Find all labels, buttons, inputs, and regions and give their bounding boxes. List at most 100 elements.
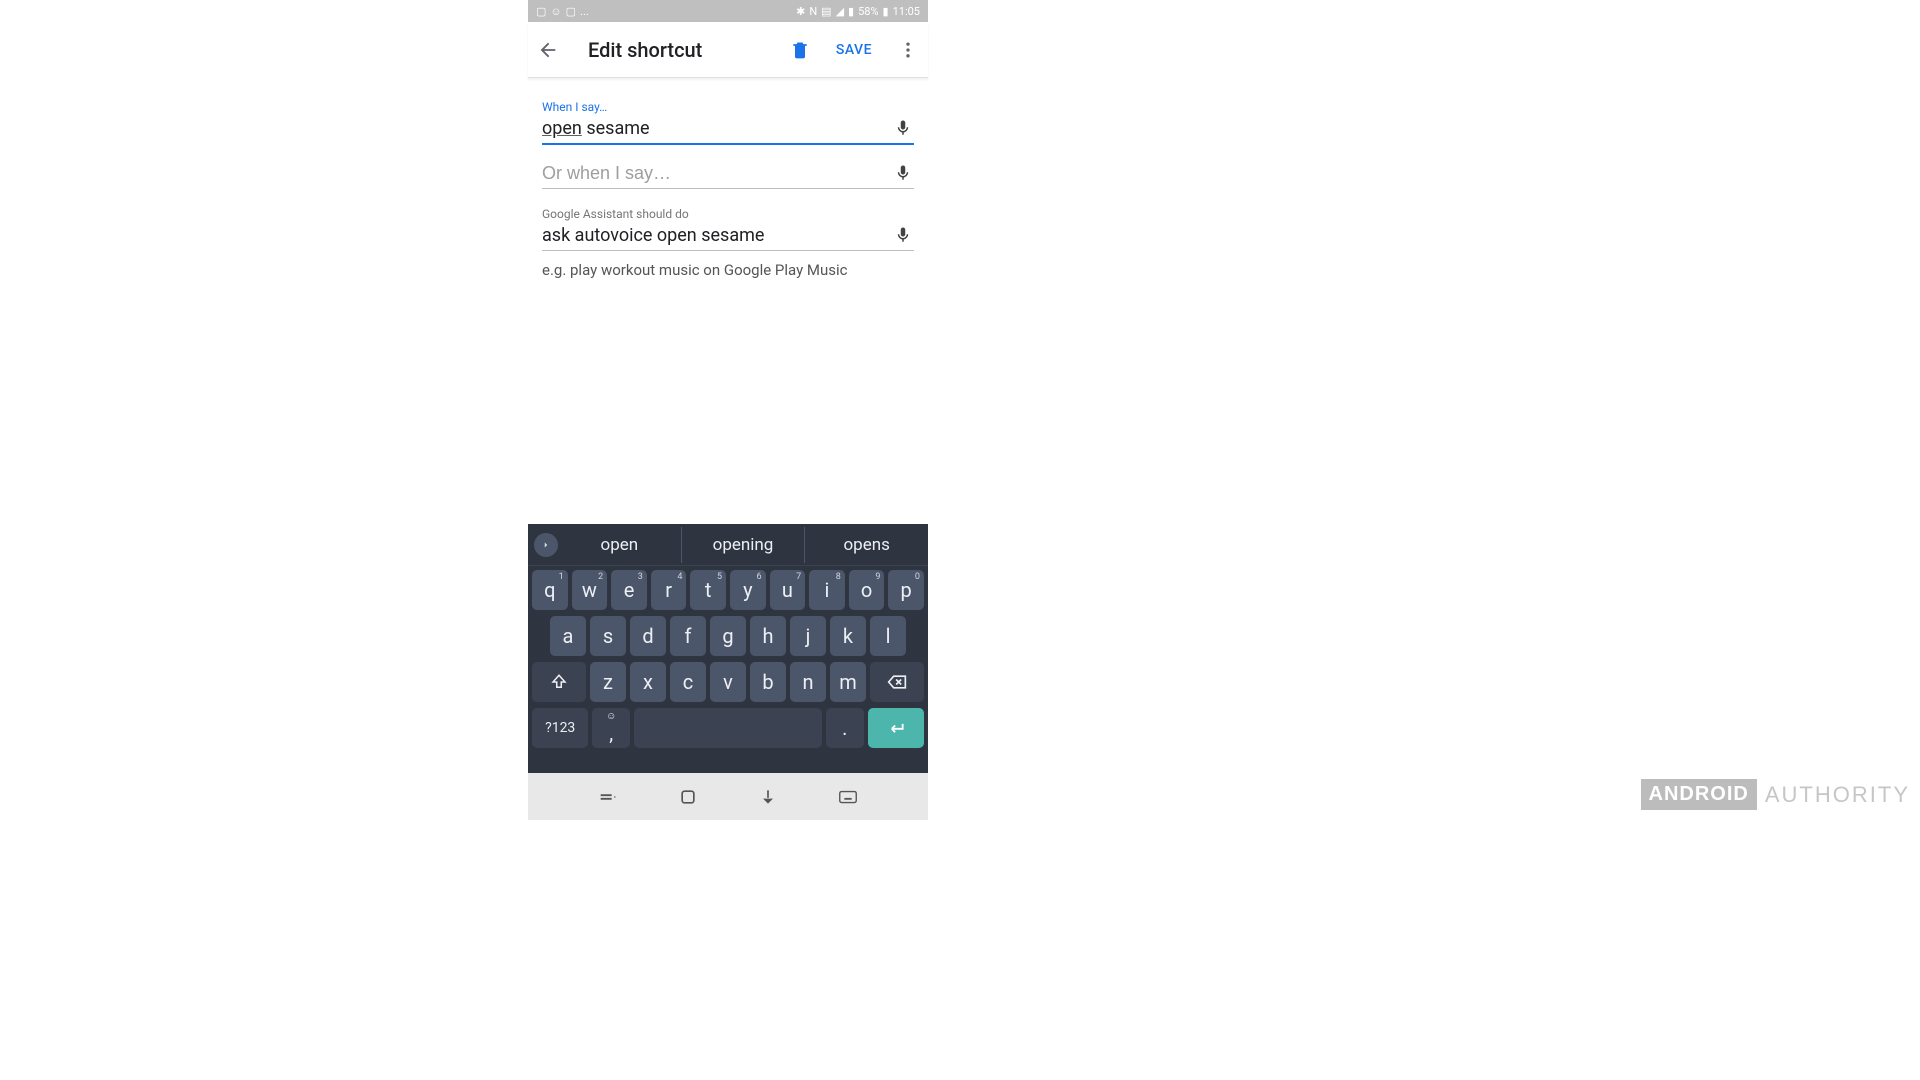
app-bar: Edit shortcut SAVE [528, 22, 928, 78]
alt-trigger-input-row[interactable] [542, 163, 914, 189]
comma-key[interactable]: ☺ , [592, 708, 630, 748]
key-hint: 8 [836, 572, 841, 582]
enter-icon [886, 718, 906, 738]
home-icon [678, 787, 698, 807]
overflow-menu-button[interactable] [896, 38, 920, 62]
period-key[interactable]: . [826, 708, 864, 748]
alt-trigger-mic-button[interactable] [894, 164, 914, 184]
key-h[interactable]: h [750, 616, 786, 656]
key-f[interactable]: f [670, 616, 706, 656]
keyboard-hide-icon [758, 787, 778, 807]
key-b[interactable]: b [750, 662, 786, 702]
delete-button[interactable] [788, 38, 812, 62]
key-hint: 4 [677, 572, 682, 582]
shift-icon [550, 673, 568, 691]
key-hint: 7 [796, 572, 801, 582]
key-s[interactable]: s [590, 616, 626, 656]
key-row-2: asdfghjkl [532, 616, 924, 656]
suggestion-1[interactable]: open [558, 527, 682, 563]
suggestion-bar: open opening opens [528, 524, 928, 566]
action-mic-button[interactable] [894, 226, 914, 246]
home-button[interactable] [675, 784, 701, 810]
mic-icon [894, 119, 912, 137]
recents-icon [597, 786, 619, 808]
key-hint: 1 [559, 572, 564, 582]
keyboard-switch-button[interactable] [835, 784, 861, 810]
enter-key[interactable] [868, 708, 924, 748]
arrow-back-icon [537, 39, 559, 61]
key-p[interactable]: p0 [888, 570, 924, 610]
key-a[interactable]: a [550, 616, 586, 656]
signal-icon: ▮ [848, 5, 854, 18]
trigger-input-row[interactable]: open sesame [542, 118, 914, 145]
nfc-icon: N [809, 5, 817, 18]
key-r[interactable]: r4 [651, 570, 687, 610]
key-rows: q1w2e3r4t5y6u7i8o9p0 asdfghjkl zxcvbnm ?… [528, 566, 928, 773]
shift-key[interactable] [532, 662, 586, 702]
backspace-icon [887, 672, 907, 692]
key-x[interactable]: x [630, 662, 666, 702]
watermark-brand: ANDROID [1641, 779, 1757, 810]
alt-trigger-input[interactable] [542, 163, 894, 184]
key-m[interactable]: m [830, 662, 866, 702]
bluetooth-icon: ✱ [796, 5, 805, 18]
watermark: ANDROID AUTHORITY [1641, 779, 1910, 810]
key-hint: 2 [598, 572, 603, 582]
key-o[interactable]: o9 [849, 570, 885, 610]
key-z[interactable]: z [590, 662, 626, 702]
overflow-icon [898, 40, 918, 60]
key-k[interactable]: k [830, 616, 866, 656]
key-i[interactable]: i8 [809, 570, 845, 610]
key-row-4: ?123 ☺ , . [532, 708, 924, 748]
key-n[interactable]: n [790, 662, 826, 702]
battery-percent: 58% [858, 5, 878, 18]
trigger-mic-button[interactable] [894, 119, 914, 139]
status-right: ✱ N ▤ ◢ ▮ 58% ▮ 11:05 [796, 5, 920, 18]
space-key[interactable] [634, 708, 822, 748]
backspace-key[interactable] [870, 662, 924, 702]
action-label: Google Assistant should do [542, 207, 914, 221]
key-l[interactable]: l [870, 616, 906, 656]
key-d[interactable]: d [630, 616, 666, 656]
chevron-right-icon [541, 540, 551, 550]
key-row-1: q1w2e3r4t5y6u7i8o9p0 [532, 570, 924, 610]
trigger-input[interactable]: open sesame [542, 118, 894, 139]
trash-icon [790, 40, 810, 60]
key-u[interactable]: u7 [770, 570, 806, 610]
key-hint: 3 [638, 572, 643, 582]
key-c[interactable]: c [670, 662, 706, 702]
action-input-row[interactable]: ask autovoice open sesame [542, 225, 914, 251]
mic-icon [894, 164, 912, 182]
key-w[interactable]: w2 [572, 570, 608, 610]
page-title: Edit shortcut [588, 38, 772, 62]
key-j[interactable]: j [790, 616, 826, 656]
key-q[interactable]: q1 [532, 570, 568, 610]
suggestion-3[interactable]: opens [805, 527, 928, 563]
status-left: ▢ ☺ ▢ ... [536, 5, 589, 18]
notif-icon-2: ☺ [550, 5, 561, 18]
key-e[interactable]: e3 [611, 570, 647, 610]
notif-more: ... [580, 5, 589, 18]
trigger-word-active: open [542, 118, 582, 139]
save-button[interactable]: SAVE [828, 42, 880, 58]
key-y[interactable]: y6 [730, 570, 766, 610]
content-area: When I say… open sesame Google Assistant… [528, 78, 928, 279]
key-hint: 9 [875, 572, 880, 582]
symbols-key[interactable]: ?123 [532, 708, 588, 748]
suggestions: open opening opens [558, 527, 928, 563]
back-button[interactable] [536, 38, 560, 62]
system-nav-bar [528, 773, 928, 820]
expand-suggestions-button[interactable] [534, 533, 558, 557]
back-nav-button[interactable] [755, 784, 781, 810]
key-hint: 5 [717, 572, 722, 582]
key-t[interactable]: t5 [690, 570, 726, 610]
notif-icon-1: ▢ [536, 5, 546, 18]
key-hint: 0 [915, 572, 920, 582]
mic-icon [894, 226, 912, 244]
action-input[interactable]: ask autovoice open sesame [542, 225, 894, 246]
key-g[interactable]: g [710, 616, 746, 656]
recents-button[interactable] [595, 784, 621, 810]
key-v[interactable]: v [710, 662, 746, 702]
suggestion-2[interactable]: opening [682, 527, 806, 563]
wifi-icon: ◢ [836, 5, 844, 18]
